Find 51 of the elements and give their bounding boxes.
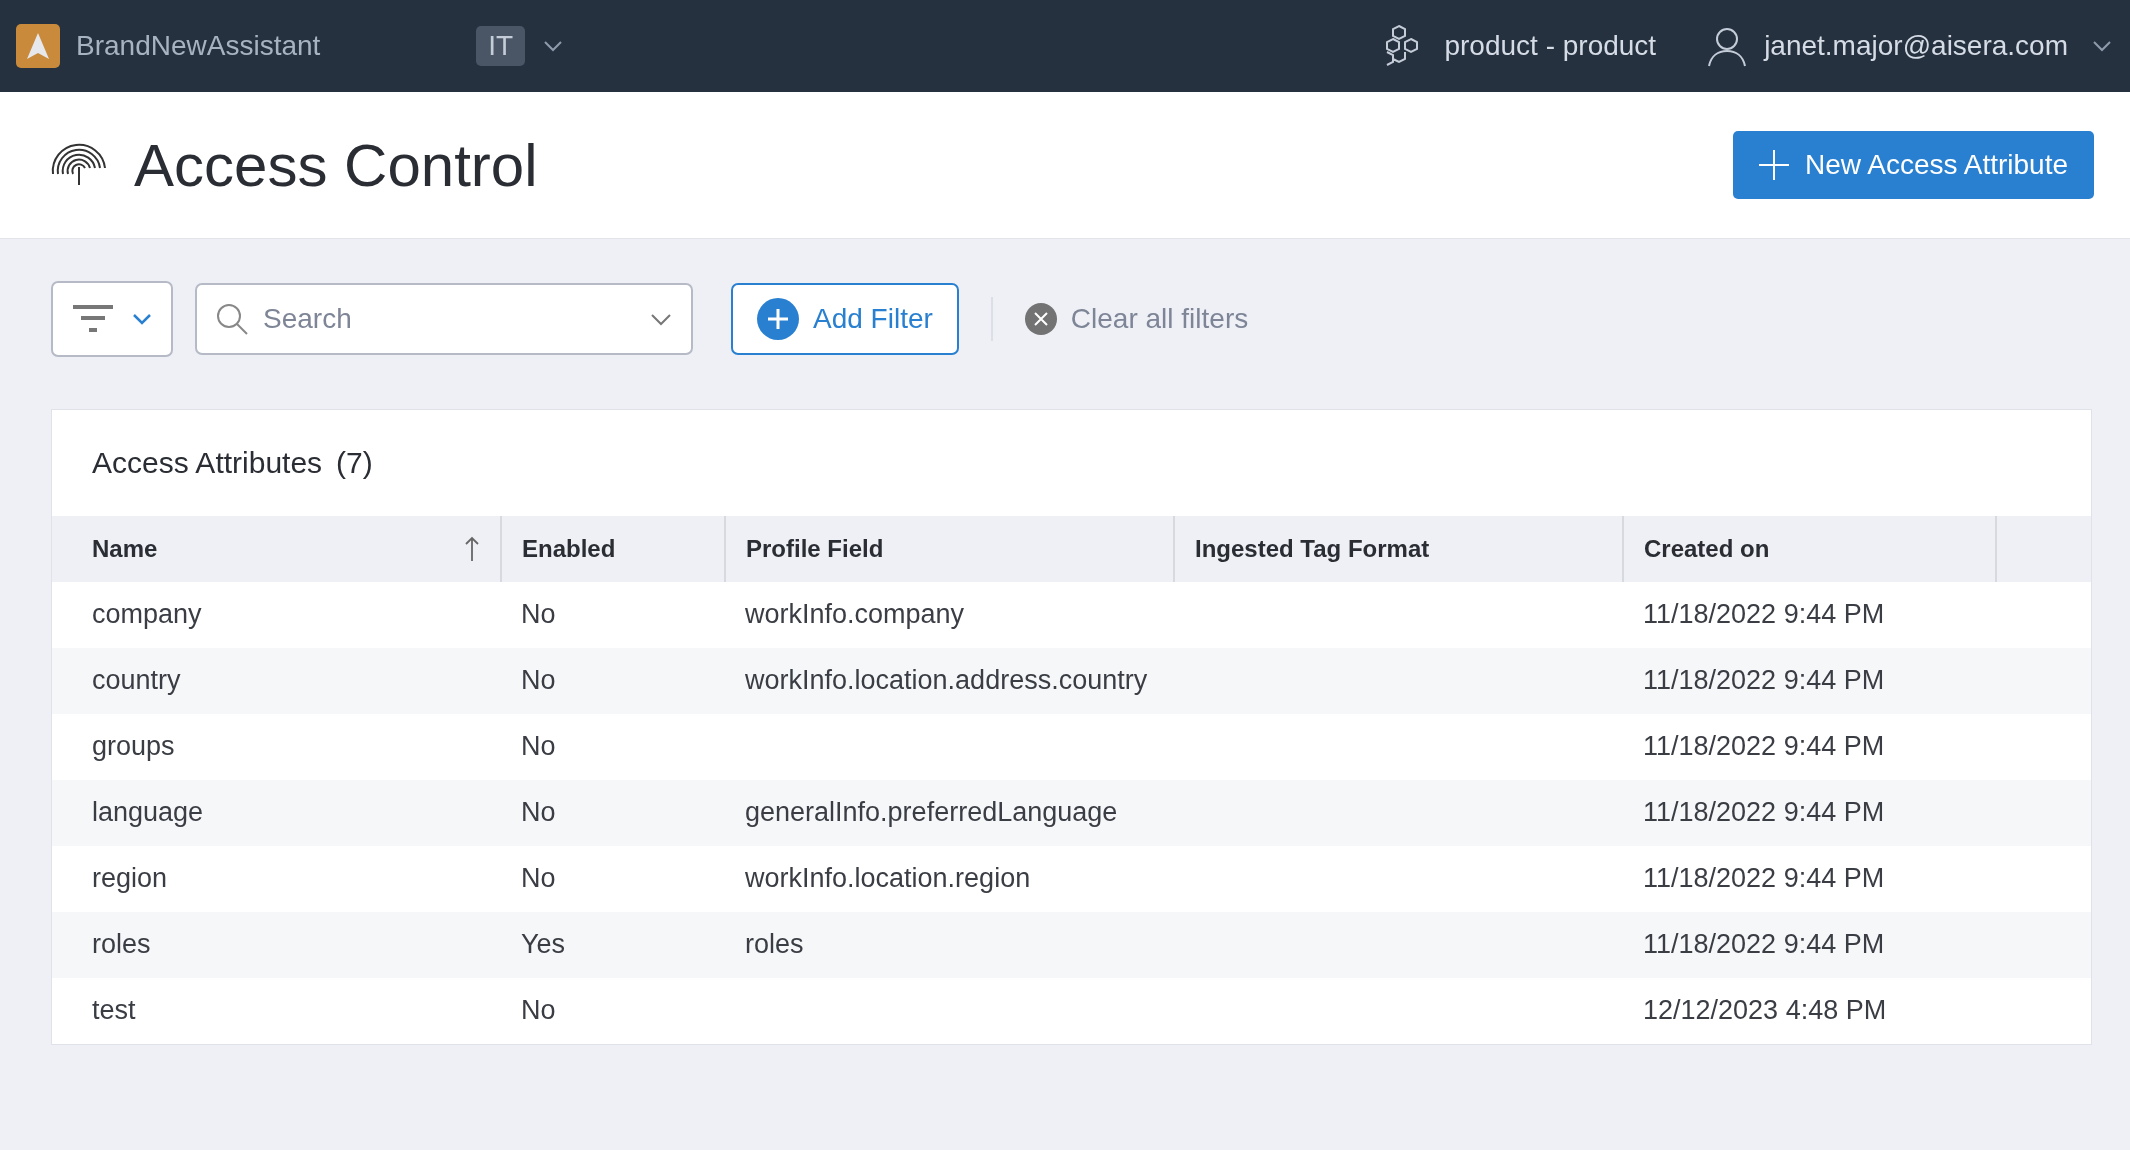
sort-arrow-icon[interactable] [464,536,480,562]
table-cell: 11/18/2022 9:44 PM [1643,599,1885,629]
column-header[interactable]: Ingested Tag Format [1174,516,1623,582]
column-header[interactable]: Enabled [501,516,725,582]
user-email: janet.major@aisera.com [1764,30,2068,62]
table-cell: 12/12/2023 4:48 PM [1643,995,1887,1025]
table-cell: No [521,863,556,893]
table-cell: 11/18/2022 9:44 PM [1643,797,1885,827]
table-cell: 11/18/2022 9:44 PM [1643,731,1885,761]
table-cell: country [92,665,181,695]
table-cell: region [92,863,168,893]
plus-icon[interactable] [1757,148,1791,182]
table-cell: 11/18/2022 9:44 PM [1643,863,1885,893]
column-header[interactable]: Profile Field [725,516,1174,582]
plus-circle-icon[interactable] [757,298,799,340]
table-cell: workInfo.location.address.country [745,665,1148,695]
table-cell: language [92,797,204,827]
app-name: BrandNewAssistant [76,30,321,62]
chevron-down-icon[interactable] [132,312,152,326]
table-cell: workInfo.location.region [745,863,1031,893]
workspace-badge: IT [476,26,526,66]
table-title: Access Attributes [92,446,323,480]
logo-icon [16,24,60,68]
table-cell: workInfo.company [745,599,965,629]
table-cell: roles [92,929,151,959]
table-cell: 11/18/2022 9:44 PM [1643,665,1885,695]
page-title: Access Control [134,130,538,200]
search-box[interactable]: Search [195,283,693,355]
table-cell: test [92,995,136,1025]
column-header[interactable]: Name [52,516,501,582]
user-icon [1706,25,1749,67]
product-label: product - product [1444,30,1657,62]
table-cell: No [521,995,556,1025]
add-filter-button[interactable]: Add Filter [731,283,959,355]
table-cell: 11/18/2022 9:44 PM [1643,929,1885,959]
column-header[interactable]: Created on [1623,516,1996,582]
table-cell: company [92,599,202,629]
table-count: (7) [336,446,373,480]
table-cell: No [521,731,556,761]
table-cell: No [521,599,556,629]
search-icon [215,302,249,336]
table-cell: roles [745,929,804,959]
table-cell: No [521,797,556,827]
new-access-attribute-button[interactable]: New Access Attribute [1733,131,2094,199]
close-circle-icon[interactable] [1024,303,1057,335]
table-cell: No [521,665,556,695]
table-cell: groups [92,731,175,761]
filter-lines-icon[interactable] [72,304,114,334]
table-cell: Yes [521,929,566,959]
filter-menu-button[interactable] [51,281,173,357]
table-cell: generalInfo.preferredLanguage [745,797,1118,827]
